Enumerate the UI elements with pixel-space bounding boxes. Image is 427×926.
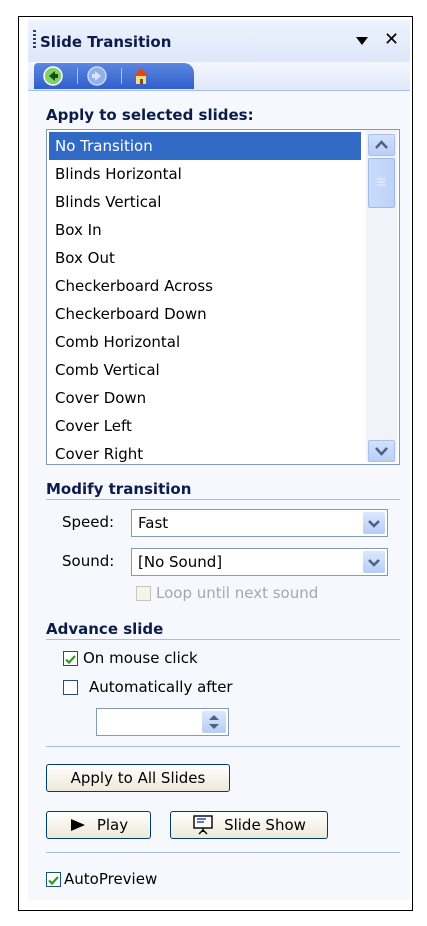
list-item[interactable]: Blinds Vertical — [49, 188, 361, 216]
modify-heading: Modify transition — [46, 480, 192, 498]
mouse-click-checkbox[interactable] — [63, 651, 78, 666]
autopreview-label: AutoPreview — [64, 870, 158, 888]
drag-grip[interactable] — [33, 30, 36, 50]
slide-show-label: Slide Show — [224, 816, 306, 834]
sound-label: Sound: — [62, 552, 115, 570]
chevron-up-icon — [375, 140, 388, 149]
play-button[interactable]: Play — [46, 811, 151, 839]
list-item[interactable]: No Transition — [49, 132, 361, 160]
buttons-divider — [46, 746, 400, 747]
forward-icon[interactable] — [87, 66, 107, 86]
list-item[interactable]: Checkerboard Down — [49, 300, 361, 328]
list-item[interactable]: Comb Horizontal — [49, 328, 361, 356]
list-item[interactable]: Blinds Horizontal — [49, 160, 361, 188]
sound-dropdown-button[interactable] — [363, 551, 385, 573]
speed-value: Fast — [138, 514, 169, 532]
advance-heading: Advance slide — [46, 620, 164, 638]
apply-all-button[interactable]: Apply to All Slides — [46, 764, 230, 792]
sound-value: [No Sound] — [138, 553, 223, 571]
pane-menu-icon[interactable] — [356, 37, 368, 45]
list-item[interactable]: Checkerboard Across — [49, 272, 361, 300]
list-item[interactable]: Comb Vertical — [49, 356, 361, 384]
play-icon — [70, 819, 85, 831]
list-item[interactable]: Cover Left — [49, 412, 361, 440]
slide-show-button[interactable]: Slide Show — [170, 811, 328, 839]
slide-show-icon — [193, 815, 213, 835]
scroll-down-button[interactable] — [368, 440, 395, 462]
advance-divider — [46, 639, 400, 640]
sound-select[interactable]: [No Sound] — [131, 548, 388, 576]
spinner-buttons[interactable] — [202, 711, 226, 733]
auto-after-label: Automatically after — [89, 678, 233, 696]
transition-list[interactable]: No Transition Blinds Horizontal Blinds V… — [46, 129, 400, 465]
speed-dropdown-button[interactable] — [363, 512, 385, 534]
play-label: Play — [96, 816, 129, 834]
list-item[interactable]: Cover Right — [49, 440, 361, 464]
chevron-down-icon — [375, 447, 388, 456]
list-item[interactable]: Box Out — [49, 244, 361, 272]
mouse-click-label: On mouse click — [83, 649, 198, 667]
nav-separator — [77, 68, 78, 84]
loop-checkbox[interactable] — [136, 586, 151, 601]
scroll-thumb[interactable] — [368, 158, 395, 208]
close-icon[interactable]: ✕ — [384, 31, 399, 49]
modify-divider — [46, 499, 400, 500]
nav-separator — [121, 68, 122, 84]
auto-after-checkbox[interactable] — [63, 680, 78, 695]
apply-all-label: Apply to All Slides — [70, 769, 206, 787]
autopreview-divider — [46, 852, 400, 853]
list-item[interactable]: Box In — [49, 216, 361, 244]
home-icon[interactable] — [131, 66, 151, 86]
apply-heading: Apply to selected slides: — [46, 106, 254, 124]
speed-select[interactable]: Fast — [131, 509, 388, 537]
grip-lines-icon — [377, 178, 386, 186]
pane-title: Slide Transition — [40, 33, 172, 51]
up-down-arrows-icon — [209, 715, 219, 729]
speed-label: Speed: — [62, 513, 115, 531]
chevron-down-icon — [368, 520, 380, 528]
auto-after-spinner[interactable] — [96, 708, 229, 736]
back-icon[interactable] — [43, 66, 63, 86]
loop-label: Loop until next sound — [156, 584, 319, 602]
chevron-down-icon — [368, 559, 380, 567]
list-item[interactable]: Cover Down — [49, 384, 361, 412]
checkmark-icon — [48, 876, 59, 886]
scroll-up-button[interactable] — [368, 134, 395, 156]
checkmark-icon — [65, 655, 76, 665]
autopreview-checkbox[interactable] — [46, 872, 61, 887]
